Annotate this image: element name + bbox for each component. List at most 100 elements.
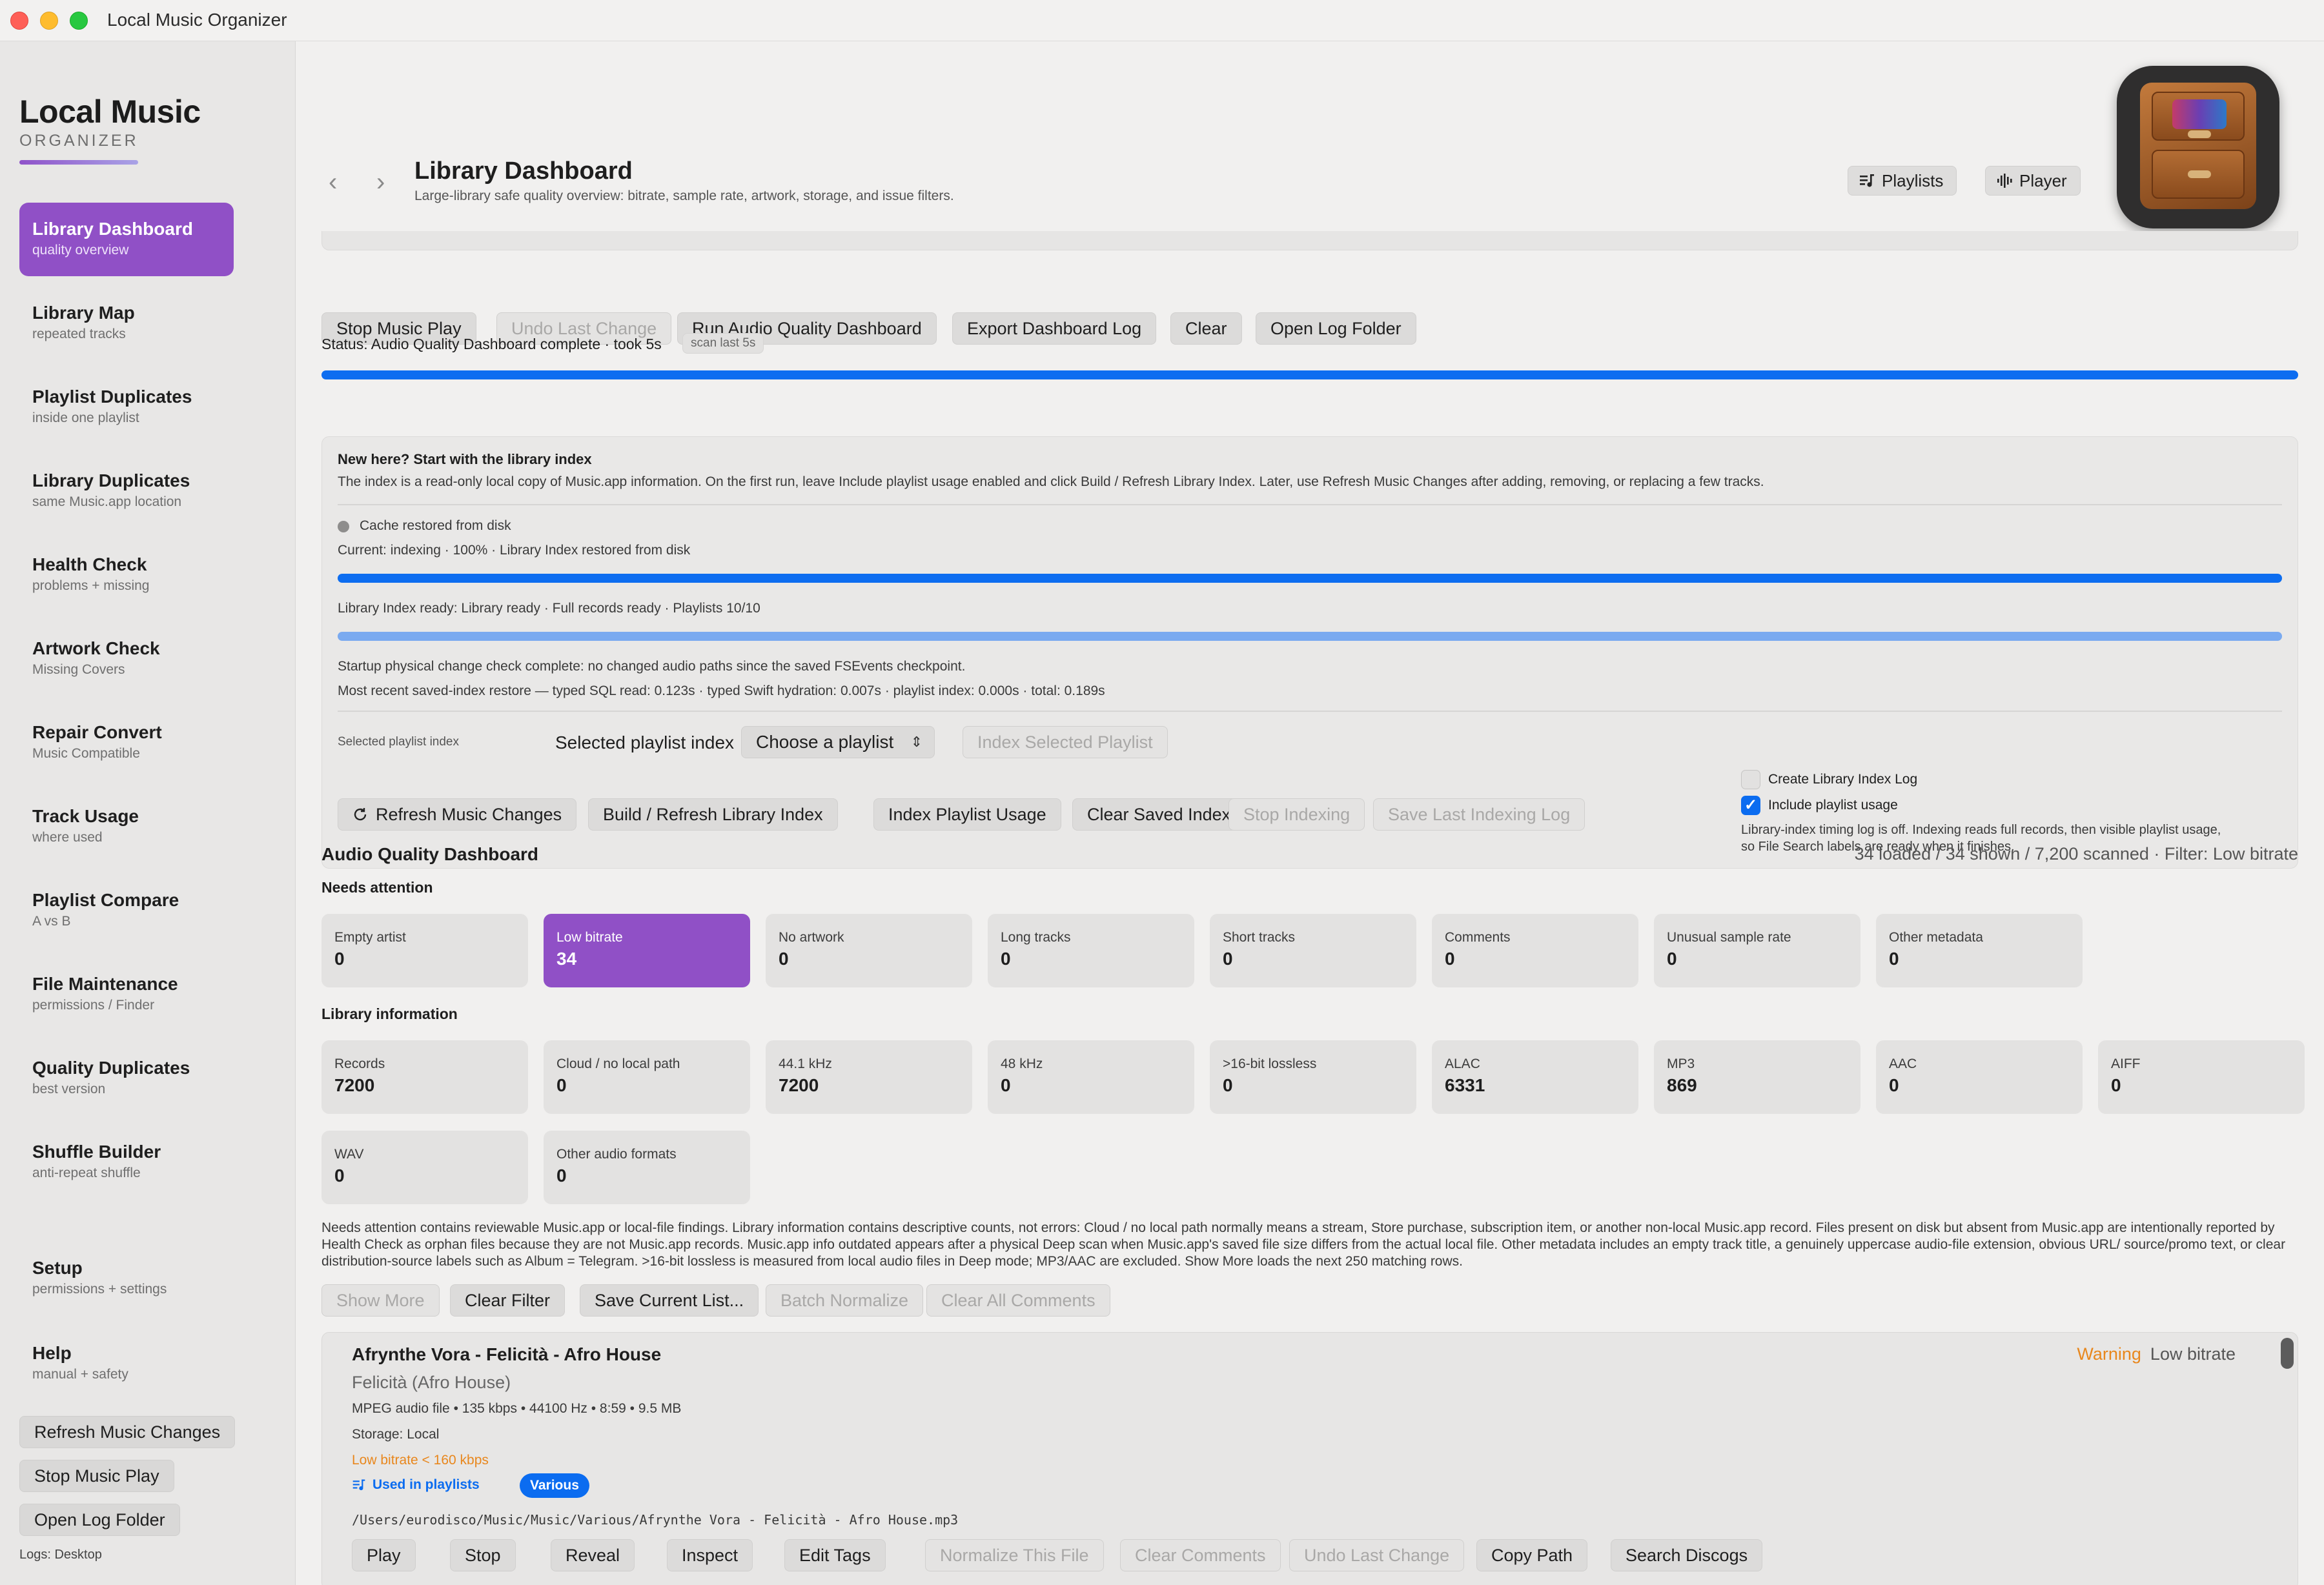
close-window-button[interactable] [10, 12, 28, 30]
export-dashboard-log-button[interactable]: Export Dashboard Log [952, 312, 1157, 345]
edit-tags-button[interactable]: Edit Tags [784, 1539, 886, 1571]
library-index-panel: New here? Start with the library index T… [321, 436, 2298, 869]
divider [338, 711, 2282, 712]
card-mp3: MP3 869 [1654, 1040, 1860, 1114]
zoom-window-button[interactable] [70, 12, 88, 30]
build-refresh-library-index-button[interactable]: Build / Refresh Library Index [588, 798, 838, 831]
track-list-scrollbar[interactable] [2281, 1338, 2294, 1369]
sidebar-item-label: Help [32, 1343, 72, 1363]
create-index-log-checkbox[interactable] [1741, 770, 1760, 789]
sidebar-item-library-duplicates[interactable]: Library Duplicates same Music.app locati… [19, 454, 234, 528]
cache-status: Cache restored from disk [360, 518, 511, 533]
card-long-tracks[interactable]: Long tracks 0 [988, 914, 1194, 987]
sidebar-item-setup[interactable]: Setup permissions + settings [19, 1242, 234, 1315]
sidebar-item-health-check[interactable]: Health Check problems + missing [19, 538, 234, 612]
sidebar-item-label: Library Dashboard [32, 219, 193, 239]
sidebar-item-library-dashboard[interactable]: Library Dashboard quality overview [19, 203, 234, 276]
index-playlist-usage-button[interactable]: Index Playlist Usage [873, 798, 1061, 831]
card-comments[interactable]: Comments 0 [1432, 914, 1638, 987]
batch-normalize-button[interactable]: Batch Normalize [766, 1284, 924, 1317]
status-progress-bar [321, 370, 2298, 379]
card-value: 0 [1445, 949, 1455, 969]
save-last-indexing-log-button[interactable]: Save Last Indexing Log [1373, 798, 1585, 831]
sidebar-item-track-usage[interactable]: Track Usage where used [19, 790, 234, 863]
clear-filter-button[interactable]: Clear Filter [450, 1284, 566, 1317]
sidebar-item-playlist-duplicates[interactable]: Playlist Duplicates inside one playlist [19, 370, 234, 444]
minimize-window-button[interactable] [40, 12, 58, 30]
sidebar-item-sub: permissions + settings [32, 1282, 167, 1297]
card-value: 0 [556, 1166, 567, 1186]
track-issue: Low bitrate < 160 kbps [352, 1453, 489, 1468]
open-log-folder-button[interactable]: Open Log Folder [1256, 312, 1416, 345]
sidebar-item-quality-duplicates[interactable]: Quality Duplicates best version [19, 1042, 234, 1115]
index-selected-playlist-button[interactable]: Index Selected Playlist [963, 726, 1168, 758]
save-current-list-button[interactable]: Save Current List... [580, 1284, 759, 1317]
title-bar: Local Music Organizer [0, 0, 2324, 41]
sidebar-item-playlist-compare[interactable]: Playlist Compare A vs B [19, 874, 234, 947]
back-arrow-icon[interactable]: ‹ [329, 168, 337, 197]
sidebar-item-sub: best version [32, 1082, 106, 1096]
include-playlist-usage-checkbox[interactable]: ✓ [1741, 796, 1760, 815]
refresh-music-changes-button[interactable]: Refresh Music Changes [338, 798, 577, 831]
waveform-icon [1997, 174, 2012, 188]
normalize-this-file-button[interactable]: Normalize This File [925, 1539, 1104, 1571]
sidebar-item-repair-convert[interactable]: Repair Convert Music Compatible [19, 706, 234, 780]
sidebar-item-library-map[interactable]: Library Map repeated tracks [19, 287, 234, 360]
card-empty-artist[interactable]: Empty artist 0 [321, 914, 528, 987]
card-no-artwork[interactable]: No artwork 0 [766, 914, 972, 987]
playlists-button[interactable]: Playlists [1848, 166, 1957, 196]
playlist-select[interactable]: Choose a playlist ⇕ [741, 726, 935, 758]
clear-all-comments-button[interactable]: Clear All Comments [926, 1284, 1110, 1317]
stop-indexing-button[interactable]: Stop Indexing [1228, 798, 1365, 831]
card-low-bitrate[interactable]: Low bitrate 34 [544, 914, 750, 987]
sidebar-item-sub: A vs B [32, 914, 71, 929]
track-row[interactable]: Afrynthe Vora - Felicità - Afro House Wa… [321, 1332, 2298, 1585]
show-more-button[interactable]: Show More [321, 1284, 440, 1317]
sidebar-item-shuffle-builder[interactable]: Shuffle Builder anti-repeat shuffle [19, 1126, 234, 1199]
clear-saved-index-button[interactable]: Clear Saved Index [1072, 798, 1246, 831]
card-hi-res-lossless: >16-bit lossless 0 [1210, 1040, 1416, 1114]
card-label: WAV [334, 1147, 364, 1162]
card-other-audio-formats: Other audio formats 0 [544, 1131, 750, 1204]
card-other-metadata[interactable]: Other metadata 0 [1876, 914, 2083, 987]
sidebar-stop-music-play-button[interactable]: Stop Music Play [19, 1460, 174, 1492]
used-in-playlists-link[interactable]: Used in playlists [352, 1477, 480, 1493]
sidebar-item-help[interactable]: Help manual + safety [19, 1327, 234, 1400]
card-label: Cloud / no local path [556, 1056, 680, 1071]
playlist-pill[interactable]: Various [520, 1473, 589, 1498]
copy-path-button[interactable]: Copy Path [1476, 1539, 1588, 1571]
stop-button[interactable]: Stop [450, 1539, 516, 1571]
inspect-button[interactable]: Inspect [667, 1539, 753, 1571]
forward-arrow-icon[interactable]: › [376, 168, 385, 197]
search-discogs-button[interactable]: Search Discogs [1611, 1539, 1763, 1571]
sidebar-item-artwork-check[interactable]: Artwork Check Missing Covers [19, 622, 234, 696]
card-short-tracks[interactable]: Short tracks 0 [1210, 914, 1416, 987]
brand-title: Local Music [19, 94, 201, 130]
card-label: >16-bit lossless [1223, 1056, 1317, 1071]
card-label: Comments [1445, 930, 1511, 945]
reveal-button[interactable]: Reveal [551, 1539, 635, 1571]
sidebar-item-file-maintenance[interactable]: File Maintenance permissions / Finder [19, 958, 234, 1031]
undo-last-change-track-button[interactable]: Undo Last Change [1289, 1539, 1465, 1571]
sidebar: Local Music ORGANIZER Library Dashboard … [0, 41, 296, 1585]
card-value: 869 [1667, 1075, 1697, 1095]
sidebar-item-label: Repair Convert [32, 722, 162, 742]
card-value: 6331 [1445, 1075, 1485, 1095]
card-label: Other metadata [1889, 930, 1983, 945]
used-in-playlists-label: Used in playlists [372, 1477, 480, 1492]
index-progress-bar [338, 574, 2282, 583]
sidebar-item-label: Quality Duplicates [32, 1058, 190, 1078]
divider [338, 504, 2282, 505]
clear-comments-button[interactable]: Clear Comments [1120, 1539, 1281, 1571]
sidebar-refresh-music-changes-button[interactable]: Refresh Music Changes [19, 1416, 236, 1448]
sidebar-item-sub: same Music.app location [32, 494, 182, 509]
index-heading: New here? Start with the library index [338, 451, 592, 467]
card-label: Unusual sample rate [1667, 930, 1791, 945]
sidebar-open-log-folder-button[interactable]: Open Log Folder [19, 1504, 180, 1536]
clear-button[interactable]: Clear [1170, 312, 1242, 345]
player-button[interactable]: Player [1985, 166, 2081, 196]
card-unusual-sample-rate[interactable]: Unusual sample rate 0 [1654, 914, 1860, 987]
chevron-up-down-icon: ⇕ [910, 734, 922, 750]
play-button[interactable]: Play [352, 1539, 416, 1571]
sidebar-item-label: Artwork Check [32, 638, 160, 658]
